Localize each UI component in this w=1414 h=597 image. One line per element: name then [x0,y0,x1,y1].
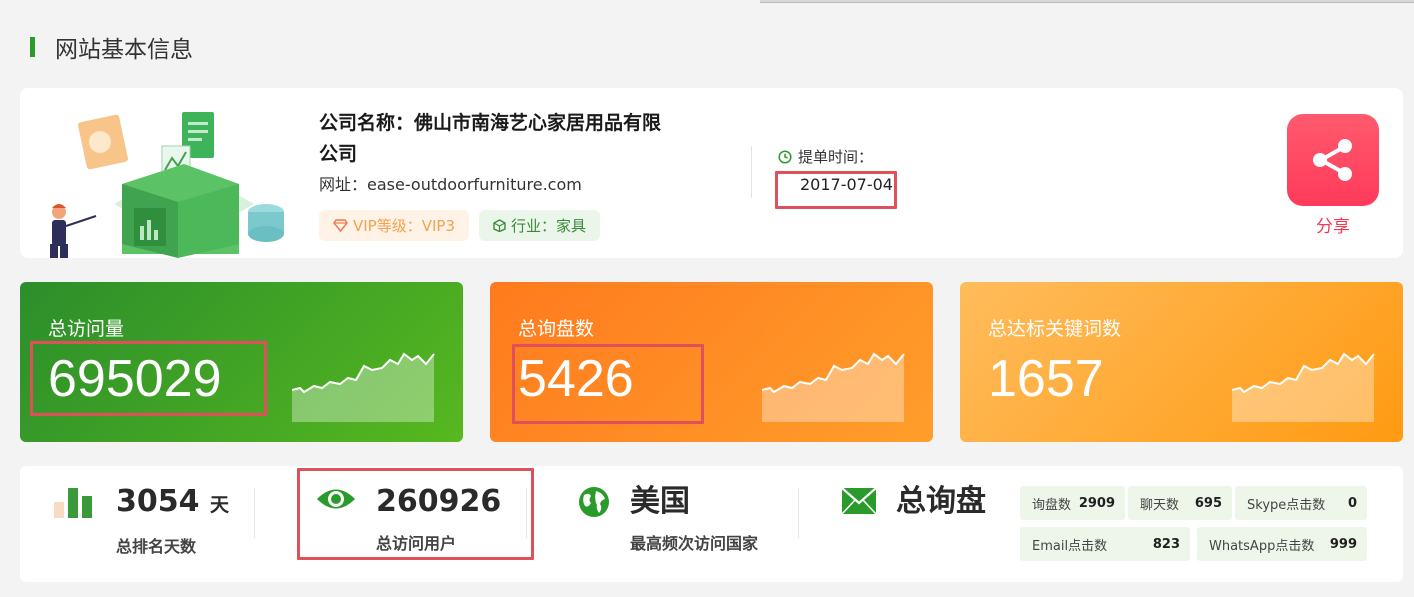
rank-days-metric: 3054 天 总排名天数 [116,482,229,557]
title-accent-bar [30,37,35,57]
section-title-text: 网站基本信息 [55,37,193,63]
rank-days-value: 3054 天 [116,482,229,525]
industry-tag: 行业：家具 [479,210,601,241]
chip-whatsapp-clicks: WhatsApp点击数 999 [1197,527,1367,561]
top-country-value: 美国 [630,484,690,519]
company-info-card: 公司名称：佛山市南海艺心家居用品有限 公司 网址：ease-outdoorfur… [20,88,1403,258]
rank-days-label: 总排名天数 [116,537,197,556]
summary-panel: 3054 天 总排名天数 260926 总访问用户 美国 最高频次访问国家 总询… [20,466,1403,582]
chip-value: 695 [1194,495,1222,511]
sparkline-icon [292,352,435,422]
metric-divider [254,488,255,538]
industry-label: 行业：家具 [511,217,587,235]
highlight-box-submit-date [775,171,897,209]
chip-value: 0 [1347,495,1357,511]
highlight-box-total-inquiries [512,344,704,424]
chip-label: Skype点击数 [1247,497,1326,513]
url-label: 网址： [319,175,368,194]
stat-title: 总访问量 [48,318,125,340]
company-name-label: 公司名称： [319,112,415,134]
chip-value: 999 [1329,536,1357,552]
vip-level-tag: VIP等级：VIP3 [319,210,470,241]
clock-icon [778,149,792,164]
submit-time-label: 提单时间： [778,146,893,167]
metric-divider [798,488,799,538]
share-icon [1313,139,1352,181]
info-divider [751,146,752,198]
stat-title: 总询盘数 [518,318,595,340]
top-country-label: 最高频次访问国家 [630,534,759,553]
share-label[interactable]: 分享 [1287,212,1379,237]
share-icon-button[interactable] [1287,114,1379,206]
top-country-metric: 美国 最高频次访问国家 [630,482,758,554]
section-title: 网站基本信息 [30,33,193,63]
highlight-box-total-visitors [297,468,534,560]
cube-icon [493,219,506,232]
chip-value: 2909 [1078,495,1115,511]
chip-label: 聊天数 [1140,497,1180,513]
url-value[interactable]: ease-outdoorfurniture.com [367,175,582,194]
company-tags: VIP等级：VIP3 行业：家具 [319,210,699,241]
company-info: 公司名称：佛山市南海艺心家居用品有限 公司 网址：ease-outdoorfur… [319,108,699,241]
submit-time-label-text: 提单时间： [798,148,874,166]
company-name-line2: 公司 [319,143,358,165]
stat-title: 总达标关键词数 [988,318,1122,340]
stat-card-keywords: 总达标关键词数 1657 [960,282,1403,442]
dashboard-illustration [50,112,284,258]
globe-icon [579,487,609,517]
chip-label: 询盘数 [1032,497,1072,513]
company-name: 公司名称：佛山市南海艺心家居用品有限 公司 [319,108,699,170]
total-inquiry-metric: 总询盘 [896,482,986,522]
highlight-box-total-visits [30,341,267,416]
company-name-line1: 佛山市南海艺心家居用品有限 [414,112,662,134]
rank-days-unit: 天 [209,494,229,516]
chip-inquiry-count: 询盘数 2909 [1020,486,1125,520]
chip-label: WhatsApp点击数 [1209,538,1315,554]
vip-level-label: VIP等级：VIP3 [353,217,456,235]
chip-email-clicks: Email点击数 823 [1020,527,1190,561]
website-url[interactable]: 网址：ease-outdoorfurniture.com [319,172,699,198]
rank-days-number: 3054 [116,484,200,519]
total-inquiry-title: 总询盘 [896,484,986,519]
chip-label: Email点击数 [1032,538,1108,554]
diamond-icon [333,219,348,232]
share-button[interactable]: 分享 [1287,114,1379,237]
sparkline-icon [762,352,905,422]
stat-value: 1657 [988,350,1104,408]
bar-chart-icon [54,488,92,518]
sparkline-icon [1232,352,1375,422]
chip-value: 823 [1152,536,1180,552]
chip-chat-count: 聊天数 695 [1128,486,1232,520]
chip-skype-clicks: Skype点击数 0 [1235,486,1367,520]
top-edge-line [760,0,1414,3]
envelope-icon [842,488,876,514]
